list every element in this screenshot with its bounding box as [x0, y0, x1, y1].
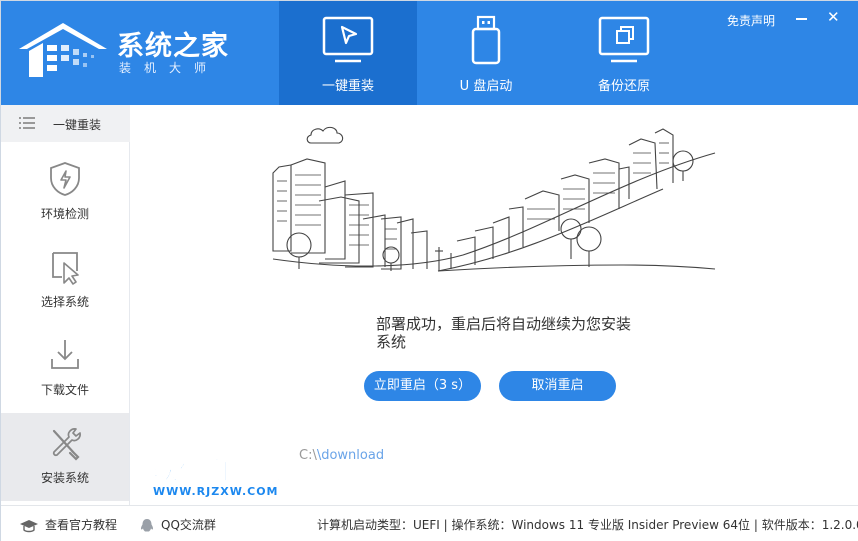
sidebar-heading-label: 一键重装 — [53, 118, 102, 132]
footer-bar: 查看官方教程 QQ交流群 计算机启动类型：UEFI | 操作系统：Windows… — [1, 505, 858, 541]
tab-label: U 盘启动 — [459, 79, 513, 94]
header-bar: 系统之家 装机大师 一键重装 U 盘启动 备份还原 免责声明 ✕ — [1, 1, 858, 105]
sidebar-heading: 一键重装 — [1, 105, 130, 142]
tab-label: 备份还原 — [597, 79, 650, 94]
logo-title: 系统之家 — [117, 31, 229, 62]
restart-now-button[interactable]: 立即重启（3 s） — [364, 371, 481, 401]
sidebar-item-download-files[interactable]: 下载文件 — [1, 325, 129, 413]
cursor-icon — [52, 252, 79, 285]
sidebar-item-label: 安装系统 — [40, 471, 89, 485]
minimize-button[interactable] — [796, 18, 807, 20]
watermark: 软件自学网 WWW.RJZXW.COM — [153, 451, 303, 499]
usb-drive-icon — [471, 15, 501, 65]
sidebar: 一键重装 环境检测 选择系统 下载文件 安装系统 — [1, 105, 130, 505]
app-logo: 系统之家 装机大师 — [15, 19, 255, 83]
backup-copy-icon — [598, 16, 650, 63]
download-icon — [51, 340, 79, 369]
close-button[interactable]: ✕ — [827, 10, 840, 25]
qq-label: QQ交流群 — [161, 518, 216, 532]
main-panel: 部署成功，重启后将自动继续为您安装系统 立即重启（3 s） 取消重启 C:\\d… — [131, 105, 858, 505]
qq-penguin-icon — [140, 518, 154, 531]
sidebar-item-environment-check[interactable]: 环境检测 — [1, 149, 129, 237]
tab-one-click-reinstall[interactable]: 一键重装 — [279, 1, 417, 105]
cancel-restart-button[interactable]: 取消重启 — [499, 371, 616, 401]
qq-group-link[interactable]: QQ交流群 — [139, 516, 216, 534]
list-icon — [19, 117, 35, 129]
path-text: \download — [316, 448, 385, 463]
sidebar-item-install-system[interactable]: 安装系统 — [1, 413, 129, 501]
wrench-screwdriver-icon — [52, 428, 81, 461]
tutorial-label: 查看官方教程 — [45, 518, 118, 532]
sidebar-item-label: 选择系统 — [40, 295, 89, 309]
sidebar-item-label: 下载文件 — [40, 383, 89, 397]
logo-subtitle: 装机大师 — [119, 61, 220, 75]
graduation-cap-icon — [20, 519, 38, 532]
city-sketch-illustration — [272, 126, 716, 272]
installer-window: 系统之家 装机大师 一键重装 U 盘启动 备份还原 免责声明 ✕ 一键重装 环境… — [0, 0, 858, 541]
house-logo-icon — [19, 23, 107, 77]
tab-label: 一键重装 — [321, 79, 374, 94]
sidebar-item-select-system[interactable]: 选择系统 — [1, 237, 129, 325]
download-path: C:\\download — [299, 448, 384, 463]
tab-usb-boot[interactable]: U 盘启动 — [417, 1, 555, 105]
official-tutorial-link[interactable]: 查看官方教程 — [19, 516, 117, 533]
shield-icon — [50, 162, 80, 196]
cursor-screen-icon — [322, 16, 374, 63]
status-message: 部署成功，重启后将自动继续为您安装系统 — [376, 315, 632, 351]
sidebar-item-label: 环境检测 — [40, 207, 89, 221]
disclaimer-link[interactable]: 免责声明 — [727, 12, 775, 29]
watermark-title: 软件自学网 — [153, 456, 284, 486]
tab-backup-restore[interactable]: 备份还原 — [555, 1, 693, 105]
system-status-text: 计算机启动类型：UEFI | 操作系统：Windows 11 专业版 Insid… — [317, 518, 858, 532]
